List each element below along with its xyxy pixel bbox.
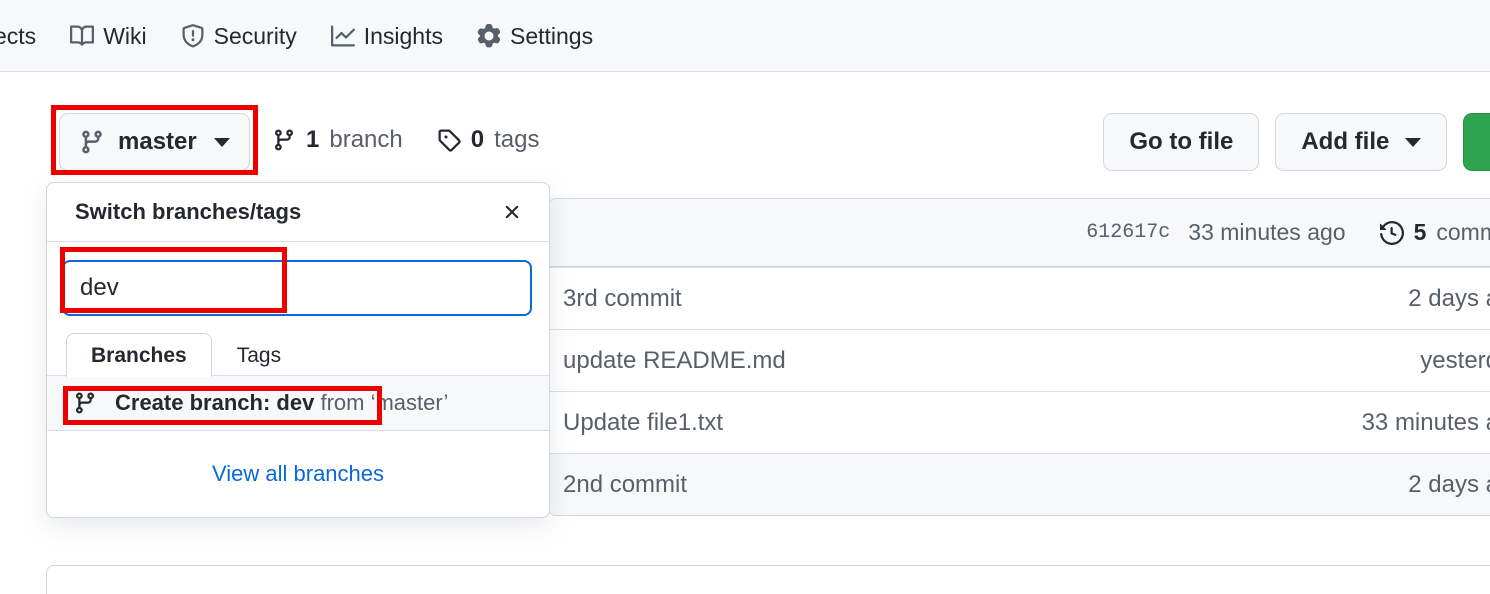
dropdown-search-wrap — [47, 242, 549, 332]
tab-tags[interactable]: Tags — [212, 333, 306, 377]
table-row[interactable]: Update file1.txt 33 minutes a — [549, 391, 1490, 453]
table-row[interactable]: 3rd commit 2 days a — [549, 267, 1490, 329]
dropdown-tabs: Branches Tags — [47, 332, 549, 377]
table-row[interactable]: update README.md yesterd — [549, 329, 1490, 391]
history-icon — [1379, 220, 1404, 245]
go-to-file-label: Go to file — [1129, 128, 1234, 155]
nav-tab-settings[interactable]: Settings — [460, 12, 610, 60]
branch-icon — [272, 128, 296, 152]
row-commit-age: yesterd — [1420, 346, 1490, 374]
file-list-table: 612617c 33 minutes ago 5 comm 3rd commit… — [548, 198, 1490, 516]
branch-count-number: 1 — [306, 126, 320, 153]
tag-icon — [437, 128, 461, 152]
gear-icon — [477, 23, 501, 48]
create-branch-prefix: Create branch: — [115, 390, 271, 415]
create-branch-option[interactable]: Create branch: dev from ‘master’ — [47, 376, 549, 431]
code-button[interactable]: Cod — [1463, 113, 1490, 171]
nav-tab-projects-label: ects — [0, 23, 37, 49]
tab-branches[interactable]: Branches — [66, 333, 212, 377]
branch-selector-label: master — [118, 128, 197, 155]
create-branch-suffix: from ‘master’ — [320, 390, 449, 415]
row-commit-message[interactable]: 2nd commit — [563, 471, 1408, 499]
dropdown-footer: View all branches — [47, 431, 549, 517]
dropdown-title: Switch branches/tags — [75, 199, 302, 224]
readme-panel — [46, 565, 1490, 594]
latest-commit-bar: 612617c 33 minutes ago 5 comm — [549, 199, 1490, 267]
tab-branches-label: Branches — [91, 343, 187, 367]
chevron-down-icon — [1405, 137, 1422, 147]
branch-switch-dropdown: Switch branches/tags Branches Tags Creat… — [46, 182, 550, 518]
add-file-label: Add file — [1301, 128, 1390, 155]
commits-label: comm — [1436, 219, 1490, 245]
github-repo-page: ects Wiki Security Insights Settings mas… — [0, 0, 1490, 594]
repo-nav-bar: ects Wiki Security Insights Settings — [0, 0, 1490, 72]
nav-tab-security-label: Security — [213, 23, 297, 49]
nav-tab-wiki-label: Wiki — [103, 23, 147, 49]
commits-count: 5 — [1413, 219, 1427, 245]
row-commit-age: 2 days a — [1408, 284, 1490, 312]
nav-tab-wiki[interactable]: Wiki — [53, 12, 163, 60]
row-commit-age: 33 minutes a — [1361, 408, 1490, 436]
create-branch-text: Create branch: dev from ‘master’ — [115, 390, 448, 416]
commit-age: 33 minutes ago — [1188, 219, 1346, 245]
commit-sha[interactable]: 612617c — [1086, 221, 1170, 244]
row-commit-message[interactable]: 3rd commit — [563, 285, 1408, 313]
add-file-button[interactable]: Add file — [1275, 113, 1448, 171]
repo-ref-counts: 1 branch 0 tags — [272, 126, 539, 154]
nav-tab-security[interactable]: Security — [164, 12, 314, 60]
nav-tab-settings-label: Settings — [509, 23, 594, 49]
dropdown-header: Switch branches/tags — [47, 183, 549, 242]
view-all-branches-link[interactable]: View all branches — [212, 461, 384, 487]
latest-commit-meta: 612617c 33 minutes ago 5 comm — [1086, 219, 1490, 246]
branch-search-input[interactable] — [62, 260, 532, 316]
branch-count[interactable]: 1 branch — [272, 126, 403, 154]
tag-count-number: 0 — [470, 126, 485, 153]
go-to-file-button[interactable]: Go to file — [1103, 113, 1260, 171]
branch-count-label: branch — [329, 126, 403, 153]
book-icon — [70, 24, 95, 48]
branch-icon — [73, 391, 97, 415]
nav-tab-projects[interactable]: ects — [0, 12, 53, 60]
tag-count[interactable]: 0 tags — [437, 126, 540, 154]
table-row[interactable]: 2nd commit 2 days a — [549, 453, 1490, 515]
nav-tab-insights[interactable]: Insights — [314, 12, 460, 60]
repo-action-buttons: Go to file Add file Cod — [1103, 113, 1490, 171]
nav-tab-insights-label: Insights — [363, 23, 443, 49]
branch-selector-button[interactable]: master — [59, 113, 250, 171]
row-commit-age: 2 days a — [1408, 470, 1490, 498]
commit-history-link[interactable]: 5 comm — [1379, 219, 1490, 246]
row-commit-message[interactable]: update README.md — [563, 347, 1420, 375]
branch-icon — [79, 129, 105, 155]
close-icon[interactable] — [497, 197, 527, 227]
tag-count-label: tags — [494, 126, 540, 153]
shield-alert-icon — [181, 23, 205, 48]
tab-tags-label: Tags — [236, 343, 282, 367]
row-commit-message[interactable]: Update file1.txt — [563, 409, 1362, 437]
graph-icon — [330, 24, 355, 48]
create-branch-name: dev — [276, 390, 315, 415]
chevron-down-icon — [213, 137, 230, 147]
